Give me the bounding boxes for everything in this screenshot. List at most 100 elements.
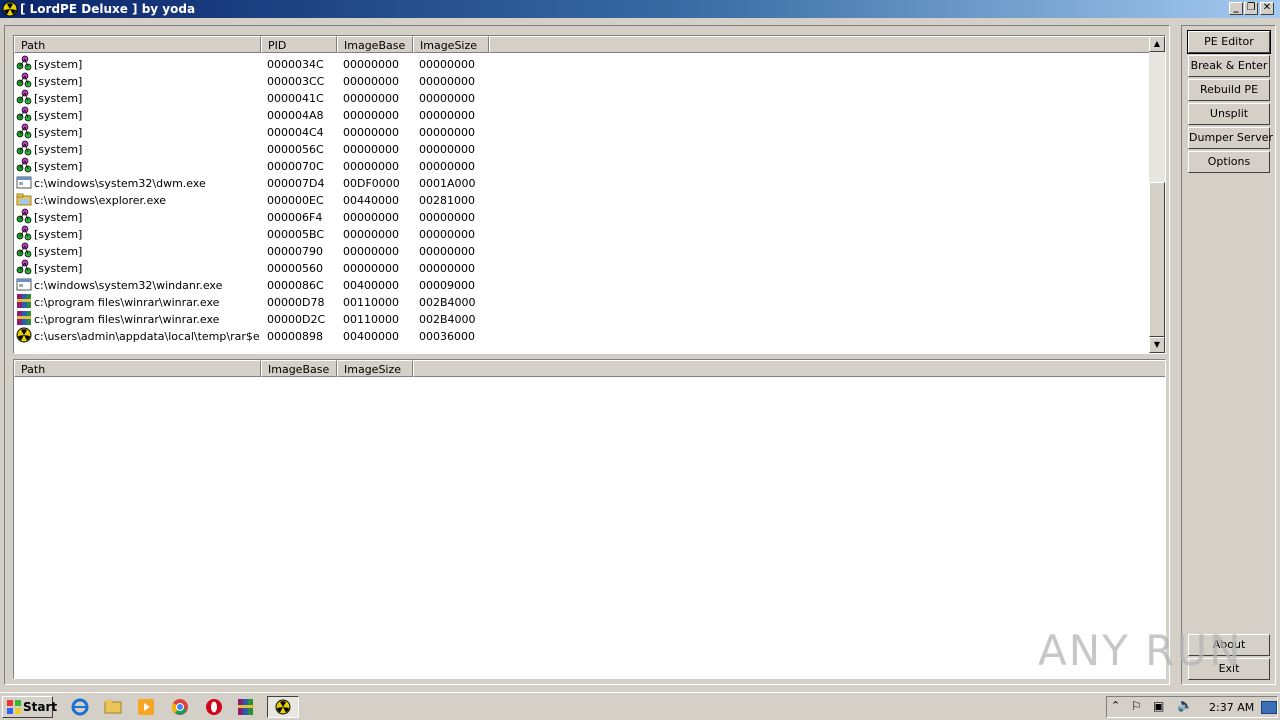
lordpe-icon: [16, 327, 32, 343]
start-button[interactable]: Start: [2, 696, 57, 718]
opera-icon[interactable]: [205, 698, 223, 716]
system-icon: [16, 72, 32, 88]
unsplit-button[interactable]: Unsplit: [1188, 103, 1270, 125]
cell-pid: 00000D78: [267, 296, 325, 309]
cell-pid: 000007D4: [267, 177, 325, 190]
cell-pid: 0000070C: [267, 160, 324, 173]
cell-imagesize: 00000000: [419, 143, 475, 156]
winrar-icon: [17, 311, 31, 325]
table-row[interactable]: [system] 0000034C 00000000 00000000: [14, 55, 1149, 72]
cell-pid: 0000034C: [267, 58, 324, 71]
table-row[interactable]: c:\windows\system32\dwm.exe 000007D4 00DF0…: [14, 174, 1149, 191]
module-column-header-imagebase[interactable]: ImageBase: [261, 360, 337, 377]
winrar-icon: [17, 294, 31, 308]
minimize-button[interactable]: _: [1229, 2, 1243, 15]
cell-pid: 000005BC: [267, 228, 325, 241]
cell-path: c:\program files\winrar\winrar.exe: [34, 313, 220, 326]
module-column-header-imagesize[interactable]: ImageSize: [337, 360, 413, 377]
cell-path: [system]: [34, 211, 83, 224]
dumper-server-button[interactable]: Dumper Server: [1188, 127, 1273, 149]
module-list-header: Path ImageBase ImageSize: [14, 360, 1165, 377]
cell-pid: 000006F4: [267, 211, 323, 224]
table-row[interactable]: [system] 000005BC 00000000 00000000: [14, 225, 1149, 242]
cell-imagebase: 00DF0000: [343, 177, 400, 190]
rebuild-pe-button[interactable]: Rebuild PE: [1188, 79, 1270, 101]
cell-imagesize: 0001A000: [419, 177, 476, 190]
cell-imagebase: 00110000: [343, 313, 399, 326]
column-header-imagebase[interactable]: ImageBase: [337, 36, 413, 53]
cell-imagesize: 00000000: [419, 58, 475, 71]
clock[interactable]: 2:37 AM: [1209, 701, 1254, 714]
table-row[interactable]: [system] 0000070C 00000000 00000000: [14, 157, 1149, 174]
cell-imagebase: 00000000: [343, 143, 399, 156]
winrar-taskbar-icon[interactable]: [237, 698, 255, 716]
system-icon: [16, 123, 32, 139]
table-row[interactable]: [system] 000003CC 00000000 00000000: [14, 72, 1149, 89]
table-row[interactable]: c:\program files\winrar\winrar.exe 00000D…: [14, 293, 1149, 310]
network-icon[interactable]: ▣: [1153, 699, 1164, 713]
file-explorer-icon[interactable]: [104, 698, 122, 716]
side-button-panel: PE Editor Break & Enter Rebuild PE Unspl…: [1181, 25, 1276, 685]
system-tray: ⌃ ⚐ ▣ 🔈 2:37 AM: [1106, 696, 1278, 718]
scroll-down-arrow-icon[interactable]: ▼: [1149, 337, 1165, 353]
chrome-icon[interactable]: [171, 698, 189, 716]
lordpe-taskbar-icon: [275, 699, 291, 715]
cell-imagesize: 00000000: [419, 211, 475, 224]
show-desktop-icon[interactable]: [1261, 701, 1277, 714]
scroll-thumb[interactable]: [1149, 182, 1165, 337]
table-row[interactable]: [system] 000004A8 00000000 00000000: [14, 106, 1149, 123]
process-list-scrollbar[interactable]: ▲ ▼: [1149, 36, 1165, 353]
table-row[interactable]: c:\windows\explorer.exe 000000EC 00440000 0…: [14, 191, 1149, 208]
volume-icon[interactable]: 🔈: [1177, 698, 1193, 713]
cell-imagesize: 00000000: [419, 109, 475, 122]
close-button[interactable]: ✕: [1260, 2, 1274, 15]
cell-imagebase: 00400000: [343, 279, 399, 292]
action-center-flag-icon[interactable]: ⚐: [1131, 699, 1142, 713]
module-column-header-empty: [413, 360, 1165, 377]
column-header-path[interactable]: Path: [14, 36, 261, 53]
cell-imagebase: 00000000: [343, 109, 399, 122]
break-enter-button[interactable]: Break & Enter: [1188, 55, 1270, 77]
pe-editor-button[interactable]: PE Editor: [1187, 30, 1271, 54]
lordpe-taskbar-button[interactable]: [267, 696, 299, 718]
window-app-icon: [16, 278, 32, 291]
system-icon: [16, 225, 32, 241]
table-row[interactable]: [system] 00000560 00000000 00000000: [14, 259, 1149, 276]
cell-pid: 000004C4: [267, 126, 324, 139]
options-button[interactable]: Options: [1188, 151, 1270, 173]
table-row[interactable]: c:\program files\winrar\winrar.exe 00000D…: [14, 310, 1149, 327]
internet-explorer-icon[interactable]: [71, 698, 89, 716]
process-list[interactable]: Path PID ImageBase ImageSize [system] 000…: [13, 35, 1166, 354]
cell-imagesize: 00281000: [419, 194, 475, 207]
module-column-header-path[interactable]: Path: [14, 360, 261, 377]
cell-imagesize: 00000000: [419, 245, 475, 258]
cell-imagebase: 00000000: [343, 126, 399, 139]
cell-imagebase: 00000000: [343, 75, 399, 88]
table-row[interactable]: [system] 0000041C 00000000 00000000: [14, 89, 1149, 106]
cell-imagebase: 00400000: [343, 330, 399, 343]
lordpe-icon: [2, 1, 18, 17]
table-row[interactable]: [system] 0000056C 00000000 00000000: [14, 140, 1149, 157]
cell-path: [system]: [34, 228, 83, 241]
table-row[interactable]: [system] 00000790 00000000 00000000: [14, 242, 1149, 259]
restore-button[interactable]: ❐: [1244, 2, 1258, 15]
window-app-icon: [16, 176, 32, 189]
cell-path: [system]: [34, 75, 83, 88]
column-header-pid[interactable]: PID: [261, 36, 337, 53]
table-row[interactable]: c:\users\admin\appdata\local\temp\rar$ex…: [14, 327, 1149, 344]
scroll-up-arrow-icon[interactable]: ▲: [1149, 36, 1165, 52]
table-row[interactable]: c:\windows\system32\windanr.exe 0000086C 0…: [14, 276, 1149, 293]
show-hidden-icons-icon[interactable]: ⌃: [1111, 699, 1120, 712]
media-player-icon[interactable]: [137, 698, 155, 716]
cell-pid: 00000898: [267, 330, 323, 343]
module-list[interactable]: Path ImageBase ImageSize: [13, 359, 1166, 679]
cell-imagebase: 00000000: [343, 211, 399, 224]
table-row[interactable]: [system] 000004C4 00000000 00000000: [14, 123, 1149, 140]
explorer-icon: [16, 193, 32, 206]
column-header-imagesize[interactable]: ImageSize: [413, 36, 489, 53]
table-row[interactable]: [system] 000006F4 00000000 00000000: [14, 208, 1149, 225]
cell-pid: 00000560: [267, 262, 323, 275]
title-bar[interactable]: [ LordPE Deluxe ] by yoda _ ❐ ✕: [0, 0, 1280, 18]
anyrun-watermark: ANY RUN: [1038, 626, 1243, 675]
cell-path: c:\windows\explorer.exe: [34, 194, 167, 207]
